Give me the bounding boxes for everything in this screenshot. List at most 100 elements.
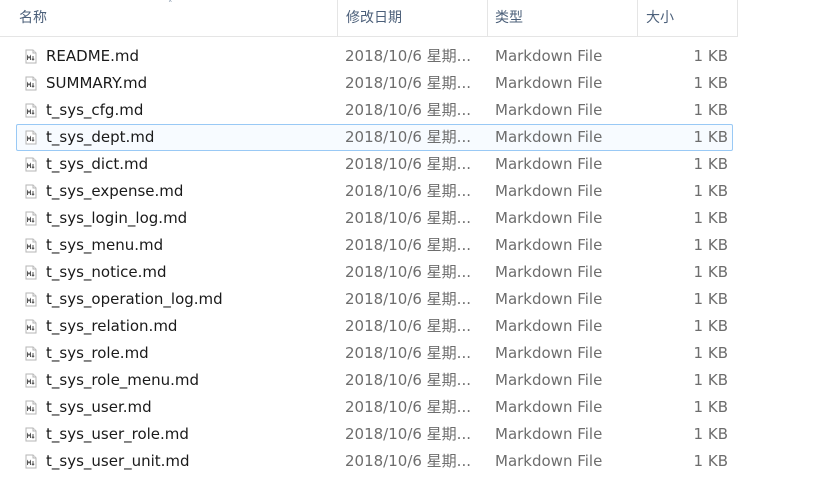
- column-header-name-label: 名称: [19, 10, 47, 26]
- file-type: Markdown File: [495, 317, 603, 335]
- file-name: README.md: [46, 47, 140, 65]
- sort-ascending-icon: ˄: [168, 0, 173, 10]
- markdown-file-icon: [25, 292, 37, 307]
- file-size: 1 KB: [693, 74, 728, 92]
- file-date-modified: 2018/10/6 星期...: [345, 452, 471, 470]
- file-date-modified: 2018/10/6 星期...: [345, 425, 471, 443]
- file-name: t_sys_dept.md: [46, 128, 155, 146]
- column-header-bar: ˄ 名称 修改日期 类型 大小: [0, 0, 738, 37]
- file-size: 1 KB: [693, 182, 728, 200]
- file-size: 1 KB: [693, 128, 728, 146]
- file-size: 1 KB: [693, 452, 728, 470]
- file-row[interactable]: t_sys_user_role.md 2018/10/6 星期... Markd…: [0, 421, 738, 448]
- file-row[interactable]: t_sys_menu.md 2018/10/6 星期... Markdown F…: [0, 232, 738, 259]
- column-header-size[interactable]: 大小: [638, 0, 738, 36]
- file-date-modified: 2018/10/6 星期...: [345, 236, 471, 254]
- markdown-file-icon: [25, 157, 37, 172]
- file-row[interactable]: t_sys_notice.md 2018/10/6 星期... Markdown…: [0, 259, 738, 286]
- file-date-modified: 2018/10/6 星期...: [345, 155, 471, 173]
- markdown-file-icon: [25, 238, 37, 253]
- file-name: t_sys_role_menu.md: [46, 371, 200, 389]
- file-size: 1 KB: [693, 47, 728, 65]
- markdown-file-icon: [25, 400, 37, 415]
- file-type: Markdown File: [495, 182, 603, 200]
- column-header-type-label: 类型: [495, 10, 523, 26]
- file-row[interactable]: t_sys_operation_log.md 2018/10/6 星期... M…: [0, 286, 738, 313]
- file-date-modified: 2018/10/6 星期...: [345, 209, 471, 227]
- file-row[interactable]: t_sys_user_unit.md 2018/10/6 星期... Markd…: [0, 448, 738, 475]
- file-row[interactable]: t_sys_cfg.md 2018/10/6 星期... Markdown Fi…: [0, 97, 738, 124]
- markdown-file-icon: [25, 184, 37, 199]
- column-header-size-label: 大小: [646, 10, 674, 26]
- file-type: Markdown File: [495, 128, 603, 146]
- file-type: Markdown File: [495, 236, 603, 254]
- file-row[interactable]: t_sys_login_log.md 2018/10/6 星期... Markd…: [0, 205, 738, 232]
- column-header-type[interactable]: 类型: [488, 0, 638, 36]
- file-size: 1 KB: [693, 263, 728, 281]
- file-size: 1 KB: [693, 209, 728, 227]
- file-list-view: ˄ 名称 修改日期 类型 大小 README.md 2018/10/6 星期..…: [0, 0, 817, 504]
- column-header-name[interactable]: ˄ 名称: [0, 0, 338, 36]
- file-type: Markdown File: [495, 101, 603, 119]
- file-date-modified: 2018/10/6 星期...: [345, 74, 471, 92]
- file-row[interactable]: t_sys_expense.md 2018/10/6 星期... Markdow…: [0, 178, 738, 205]
- file-size: 1 KB: [693, 236, 728, 254]
- file-name: t_sys_user.md: [46, 398, 152, 416]
- file-date-modified: 2018/10/6 星期...: [345, 371, 471, 389]
- markdown-file-icon: [25, 265, 37, 280]
- file-row[interactable]: t_sys_dept.md 2018/10/6 星期... Markdown F…: [0, 124, 738, 151]
- file-type: Markdown File: [495, 398, 603, 416]
- file-name: t_sys_dict.md: [46, 155, 149, 173]
- file-row[interactable]: README.md 2018/10/6 星期... Markdown File …: [0, 43, 738, 70]
- file-type: Markdown File: [495, 425, 603, 443]
- file-type: Markdown File: [495, 263, 603, 281]
- file-row[interactable]: SUMMARY.md 2018/10/6 星期... Markdown File…: [0, 70, 738, 97]
- markdown-file-icon: [25, 454, 37, 469]
- markdown-file-icon: [25, 130, 37, 145]
- file-name: t_sys_login_log.md: [46, 209, 188, 227]
- markdown-file-icon: [25, 319, 37, 334]
- file-type: Markdown File: [495, 209, 603, 227]
- file-name: t_sys_expense.md: [46, 182, 184, 200]
- file-name: t_sys_user_role.md: [46, 425, 189, 443]
- file-row[interactable]: t_sys_role.md 2018/10/6 星期... Markdown F…: [0, 340, 738, 367]
- file-size: 1 KB: [693, 155, 728, 173]
- markdown-file-icon: [25, 373, 37, 388]
- file-date-modified: 2018/10/6 星期...: [345, 344, 471, 362]
- file-type: Markdown File: [495, 290, 603, 308]
- column-header-date-label: 修改日期: [346, 10, 402, 26]
- file-row[interactable]: t_sys_dict.md 2018/10/6 星期... Markdown F…: [0, 151, 738, 178]
- file-name: t_sys_relation.md: [46, 317, 178, 335]
- file-name: t_sys_operation_log.md: [46, 290, 223, 308]
- file-type: Markdown File: [495, 344, 603, 362]
- file-name: t_sys_user_unit.md: [46, 452, 190, 470]
- file-size: 1 KB: [693, 425, 728, 443]
- markdown-file-icon: [25, 427, 37, 442]
- column-header-date-modified[interactable]: 修改日期: [338, 0, 488, 36]
- markdown-file-icon: [25, 49, 37, 64]
- file-name: SUMMARY.md: [46, 74, 148, 92]
- file-size: 1 KB: [693, 290, 728, 308]
- file-date-modified: 2018/10/6 星期...: [345, 263, 471, 281]
- file-date-modified: 2018/10/6 星期...: [345, 182, 471, 200]
- file-row[interactable]: t_sys_role_menu.md 2018/10/6 星期... Markd…: [0, 367, 738, 394]
- file-date-modified: 2018/10/6 星期...: [345, 398, 471, 416]
- file-name: t_sys_role.md: [46, 344, 149, 362]
- file-row[interactable]: t_sys_user.md 2018/10/6 星期... Markdown F…: [0, 394, 738, 421]
- file-name: t_sys_cfg.md: [46, 101, 144, 119]
- file-date-modified: 2018/10/6 星期...: [345, 101, 471, 119]
- file-type: Markdown File: [495, 74, 603, 92]
- file-row[interactable]: t_sys_relation.md 2018/10/6 星期... Markdo…: [0, 313, 738, 340]
- file-name: t_sys_notice.md: [46, 263, 167, 281]
- file-name: t_sys_menu.md: [46, 236, 164, 254]
- markdown-file-icon: [25, 211, 37, 226]
- markdown-file-icon: [25, 346, 37, 361]
- file-size: 1 KB: [693, 101, 728, 119]
- file-date-modified: 2018/10/6 星期...: [345, 47, 471, 65]
- file-rows: README.md 2018/10/6 星期... Markdown File …: [0, 43, 817, 475]
- file-size: 1 KB: [693, 317, 728, 335]
- file-size: 1 KB: [693, 371, 728, 389]
- file-type: Markdown File: [495, 155, 603, 173]
- file-date-modified: 2018/10/6 星期...: [345, 128, 471, 146]
- file-size: 1 KB: [693, 398, 728, 416]
